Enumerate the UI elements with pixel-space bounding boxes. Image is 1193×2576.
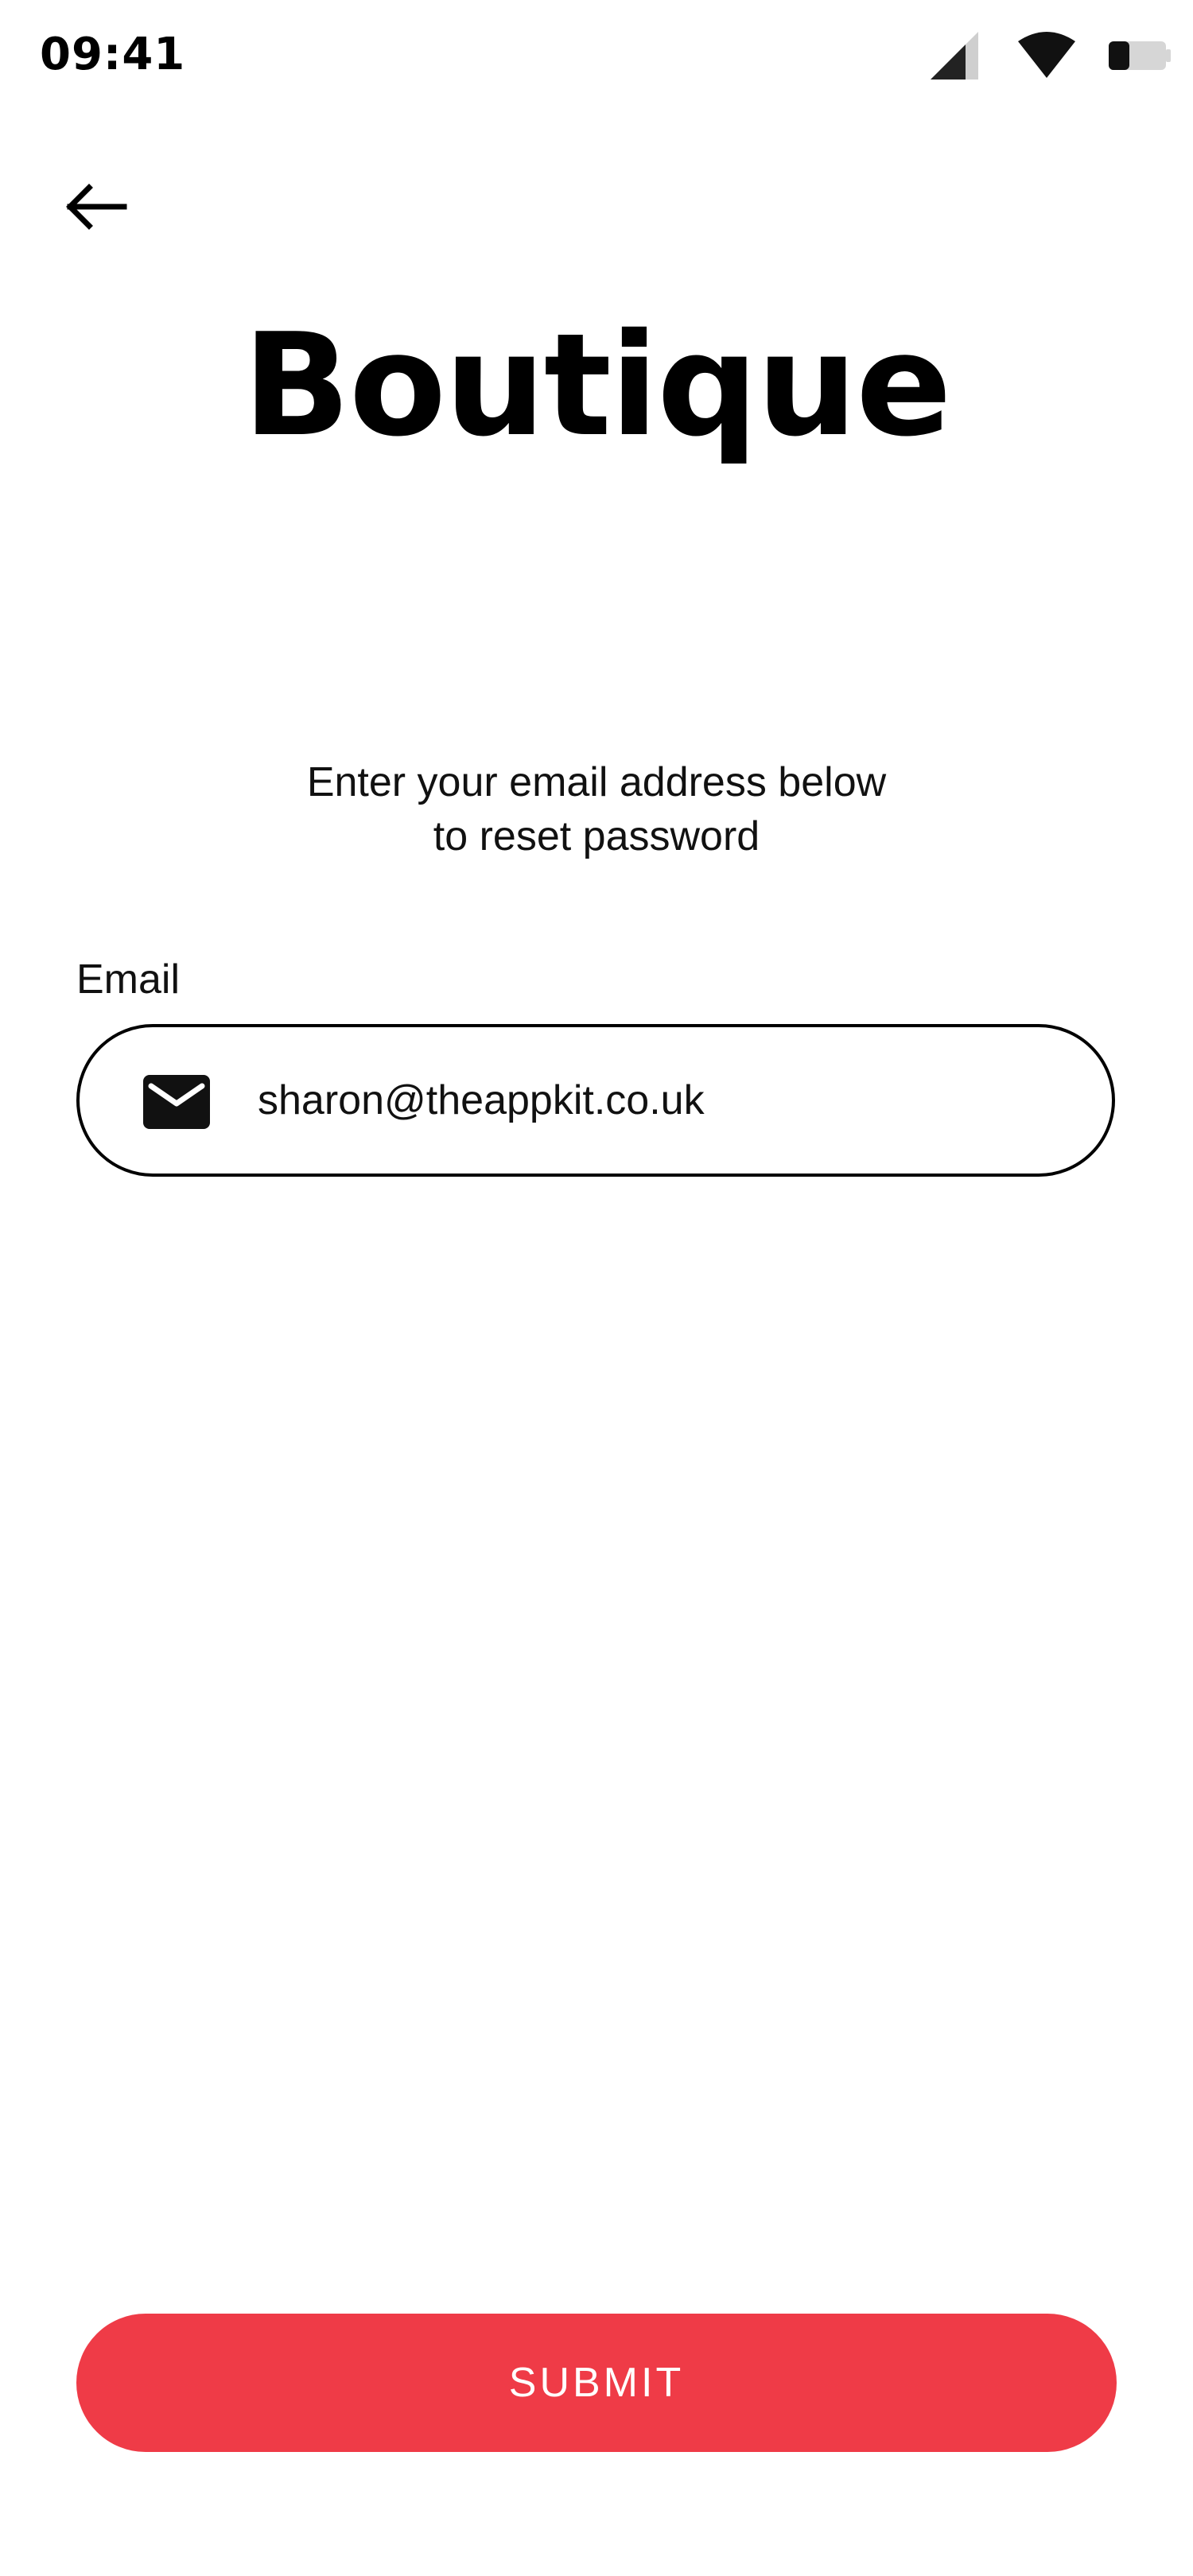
battery-icon <box>1109 41 1171 70</box>
arrow-left-icon <box>66 184 127 230</box>
instructions-line-1: Enter your email address below <box>306 759 887 805</box>
back-button[interactable] <box>56 167 135 246</box>
instructions-line-2: to reset password <box>433 813 760 859</box>
status-icons <box>931 30 1171 81</box>
envelope-icon <box>143 1075 210 1129</box>
email-field[interactable] <box>76 1024 1115 1177</box>
email-input[interactable] <box>258 1059 1053 1142</box>
wifi-icon <box>1018 32 1075 78</box>
brand-title: Boutique <box>243 303 952 467</box>
submit-button[interactable]: SUBMIT <box>76 2314 1117 2452</box>
email-label: Email <box>76 956 181 1003</box>
reset-instructions: Enter your email address below to reset … <box>199 755 994 863</box>
status-time: 09:41 <box>40 29 186 80</box>
status-bar: 09:41 <box>0 0 1193 111</box>
cellular-signal-icon <box>931 32 978 80</box>
